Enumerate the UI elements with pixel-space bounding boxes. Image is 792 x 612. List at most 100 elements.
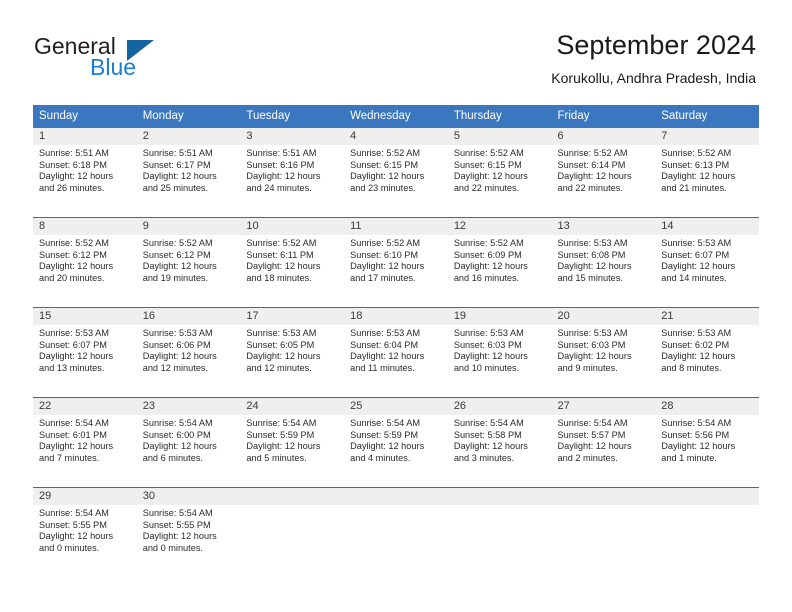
day-number: 19 — [447, 308, 552, 325]
day-cell[interactable]: 27 Sunrise: 5:54 AM Sunset: 5:57 PM Dayl… — [551, 398, 656, 478]
day-number — [551, 488, 656, 505]
logo-text-blue: Blue — [90, 54, 137, 80]
daylight-text-line1: Daylight: 12 hours — [39, 351, 114, 362]
day-cell[interactable]: 30 Sunrise: 5:54 AM Sunset: 5:55 PM Dayl… — [136, 488, 241, 568]
day-cell[interactable]: 8 Sunrise: 5:52 AM Sunset: 6:12 PM Dayli… — [33, 218, 137, 298]
day-cell[interactable]: 1 Sunrise: 5:51 AM Sunset: 6:18 PM Dayli… — [33, 128, 137, 208]
day-cell[interactable]: 6 Sunrise: 5:52 AM Sunset: 6:14 PM Dayli… — [551, 128, 656, 208]
sunrise-text: Sunrise: 5:53 AM — [39, 328, 109, 338]
day-cell[interactable]: 17 Sunrise: 5:53 AM Sunset: 6:05 PM Dayl… — [240, 308, 345, 388]
weekday-header-sunday: Sunday — [39, 110, 79, 122]
day-number: 29 — [33, 488, 137, 505]
week-row: 29 Sunrise: 5:54 AM Sunset: 5:55 PM Dayl… — [33, 487, 759, 568]
day-cell[interactable]: 16 Sunrise: 5:53 AM Sunset: 6:06 PM Dayl… — [136, 308, 241, 388]
daylight-text-line2: and 21 minutes. — [661, 182, 727, 193]
daylight-text-line1: Daylight: 12 hours — [557, 351, 632, 362]
day-cell[interactable]: 13 Sunrise: 5:53 AM Sunset: 6:08 PM Dayl… — [551, 218, 656, 298]
page-subtitle-location: Korukollu, Andhra Pradesh, India — [551, 70, 756, 86]
day-number — [344, 488, 448, 505]
daylight-text-line1: Daylight: 12 hours — [39, 441, 114, 452]
daylight-text-line2: and 18 minutes. — [246, 272, 312, 283]
day-cell[interactable]: 11 Sunrise: 5:52 AM Sunset: 6:10 PM Dayl… — [344, 218, 448, 298]
day-cell-empty — [655, 488, 759, 568]
day-info: Sunrise: 5:53 AM Sunset: 6:05 PM Dayligh… — [240, 325, 344, 374]
day-cell[interactable]: 10 Sunrise: 5:52 AM Sunset: 6:11 PM Dayl… — [240, 218, 345, 298]
calendar-grid: Sunday Monday Tuesday Wednesday Thursday… — [33, 105, 759, 568]
day-info: Sunrise: 5:52 AM Sunset: 6:15 PM Dayligh… — [448, 145, 552, 194]
day-number: 13 — [551, 218, 656, 235]
day-cell[interactable]: 26 Sunrise: 5:54 AM Sunset: 5:58 PM Dayl… — [447, 398, 552, 478]
sunset-text: Sunset: 6:01 PM — [39, 429, 107, 440]
sunrise-text: Sunrise: 5:51 AM — [246, 148, 317, 158]
day-info: Sunrise: 5:52 AM Sunset: 6:11 PM Dayligh… — [240, 235, 344, 284]
day-cell[interactable]: 24 Sunrise: 5:54 AM Sunset: 5:59 PM Dayl… — [240, 398, 345, 478]
daylight-text-line1: Daylight: 12 hours — [246, 441, 321, 452]
sunrise-text: Sunrise: 5:53 AM — [661, 238, 732, 248]
sunrise-text: Sunrise: 5:52 AM — [142, 238, 213, 248]
day-info: Sunrise: 5:53 AM Sunset: 6:03 PM Dayligh… — [448, 325, 552, 374]
day-cell[interactable]: 29 Sunrise: 5:54 AM Sunset: 5:55 PM Dayl… — [33, 488, 137, 568]
daylight-text-line1: Daylight: 12 hours — [246, 261, 321, 272]
day-info: Sunrise: 5:54 AM Sunset: 5:58 PM Dayligh… — [448, 415, 552, 464]
daylight-text-line1: Daylight: 12 hours — [453, 441, 528, 452]
sunrise-text: Sunrise: 5:54 AM — [142, 508, 213, 518]
sunset-text: Sunset: 6:06 PM — [142, 339, 211, 350]
day-cell[interactable]: 18 Sunrise: 5:53 AM Sunset: 6:04 PM Dayl… — [344, 308, 448, 388]
day-cell[interactable]: 2 Sunrise: 5:51 AM Sunset: 6:17 PM Dayli… — [136, 128, 241, 208]
day-number: 6 — [551, 128, 656, 145]
daylight-text-line1: Daylight: 12 hours — [39, 171, 114, 182]
day-cell-empty — [551, 488, 656, 568]
day-cell[interactable]: 22 Sunrise: 5:54 AM Sunset: 6:01 PM Dayl… — [33, 398, 137, 478]
day-cell[interactable]: 3 Sunrise: 5:51 AM Sunset: 6:16 PM Dayli… — [240, 128, 345, 208]
day-cell[interactable]: 4 Sunrise: 5:52 AM Sunset: 6:15 PM Dayli… — [344, 128, 448, 208]
day-cell[interactable]: 20 Sunrise: 5:53 AM Sunset: 6:03 PM Dayl… — [551, 308, 656, 388]
daylight-text-line1: Daylight: 12 hours — [39, 531, 114, 542]
day-cell[interactable]: 23 Sunrise: 5:54 AM Sunset: 6:00 PM Dayl… — [136, 398, 241, 478]
day-number: 10 — [240, 218, 345, 235]
day-cell[interactable]: 28 Sunrise: 5:54 AM Sunset: 5:56 PM Dayl… — [655, 398, 759, 478]
week-row: 22 Sunrise: 5:54 AM Sunset: 6:01 PM Dayl… — [33, 397, 759, 478]
day-number: 8 — [33, 218, 137, 235]
day-cell[interactable]: 25 Sunrise: 5:54 AM Sunset: 5:59 PM Dayl… — [344, 398, 448, 478]
weekday-header-friday: Friday — [557, 110, 590, 122]
daylight-text-line2: and 19 minutes. — [142, 272, 209, 283]
day-info: Sunrise: 5:53 AM Sunset: 6:06 PM Dayligh… — [137, 325, 241, 374]
day-cell[interactable]: 15 Sunrise: 5:53 AM Sunset: 6:07 PM Dayl… — [33, 308, 137, 388]
day-number: 20 — [551, 308, 656, 325]
sunrise-text: Sunrise: 5:52 AM — [350, 148, 421, 158]
sunrise-text: Sunrise: 5:54 AM — [557, 418, 628, 428]
day-number: 18 — [344, 308, 448, 325]
general-blue-logo[interactable]: General Blue — [34, 33, 234, 83]
sunset-text: Sunset: 5:59 PM — [246, 429, 315, 440]
daylight-text-line2: and 11 minutes. — [350, 362, 415, 373]
daylight-text-line1: Daylight: 12 hours — [350, 261, 425, 272]
sunrise-text: Sunrise: 5:54 AM — [142, 418, 213, 428]
daylight-text-line2: and 6 minutes. — [142, 452, 203, 463]
sunset-text: Sunset: 6:04 PM — [350, 339, 419, 350]
daylight-text-line2: and 14 minutes. — [661, 272, 727, 283]
daylight-text-line2: and 22 minutes. — [557, 182, 623, 193]
day-cell[interactable]: 21 Sunrise: 5:53 AM Sunset: 6:02 PM Dayl… — [655, 308, 759, 388]
weekday-header-saturday: Saturday — [661, 110, 708, 122]
day-cell[interactable]: 7 Sunrise: 5:52 AM Sunset: 6:13 PM Dayli… — [655, 128, 759, 208]
day-info: Sunrise: 5:51 AM Sunset: 6:16 PM Dayligh… — [240, 145, 344, 194]
day-cell[interactable]: 5 Sunrise: 5:52 AM Sunset: 6:15 PM Dayli… — [447, 128, 552, 208]
day-cell[interactable]: 12 Sunrise: 5:52 AM Sunset: 6:09 PM Dayl… — [447, 218, 552, 298]
daylight-text-line2: and 8 minutes. — [661, 362, 722, 373]
day-number: 7 — [655, 128, 759, 145]
daylight-text-line1: Daylight: 12 hours — [350, 351, 425, 362]
daylight-text-line2: and 24 minutes. — [246, 182, 312, 193]
day-cell[interactable]: 14 Sunrise: 5:53 AM Sunset: 6:07 PM Dayl… — [655, 218, 759, 298]
weekday-header-row: Sunday Monday Tuesday Wednesday Thursday… — [33, 105, 759, 128]
day-info: Sunrise: 5:53 AM Sunset: 6:07 PM Dayligh… — [33, 325, 137, 374]
day-info: Sunrise: 5:52 AM Sunset: 6:12 PM Dayligh… — [137, 235, 241, 284]
daylight-text-line1: Daylight: 12 hours — [557, 441, 632, 452]
sunset-text: Sunset: 6:02 PM — [661, 339, 730, 350]
sunset-text: Sunset: 6:17 PM — [142, 159, 211, 170]
day-cell[interactable]: 19 Sunrise: 5:53 AM Sunset: 6:03 PM Dayl… — [447, 308, 552, 388]
sunrise-text: Sunrise: 5:51 AM — [142, 148, 213, 158]
sunrise-text: Sunrise: 5:52 AM — [246, 238, 317, 248]
week-row: 1 Sunrise: 5:51 AM Sunset: 6:18 PM Dayli… — [33, 128, 759, 208]
day-cell[interactable]: 9 Sunrise: 5:52 AM Sunset: 6:12 PM Dayli… — [136, 218, 241, 298]
day-info: Sunrise: 5:53 AM Sunset: 6:03 PM Dayligh… — [552, 325, 656, 374]
